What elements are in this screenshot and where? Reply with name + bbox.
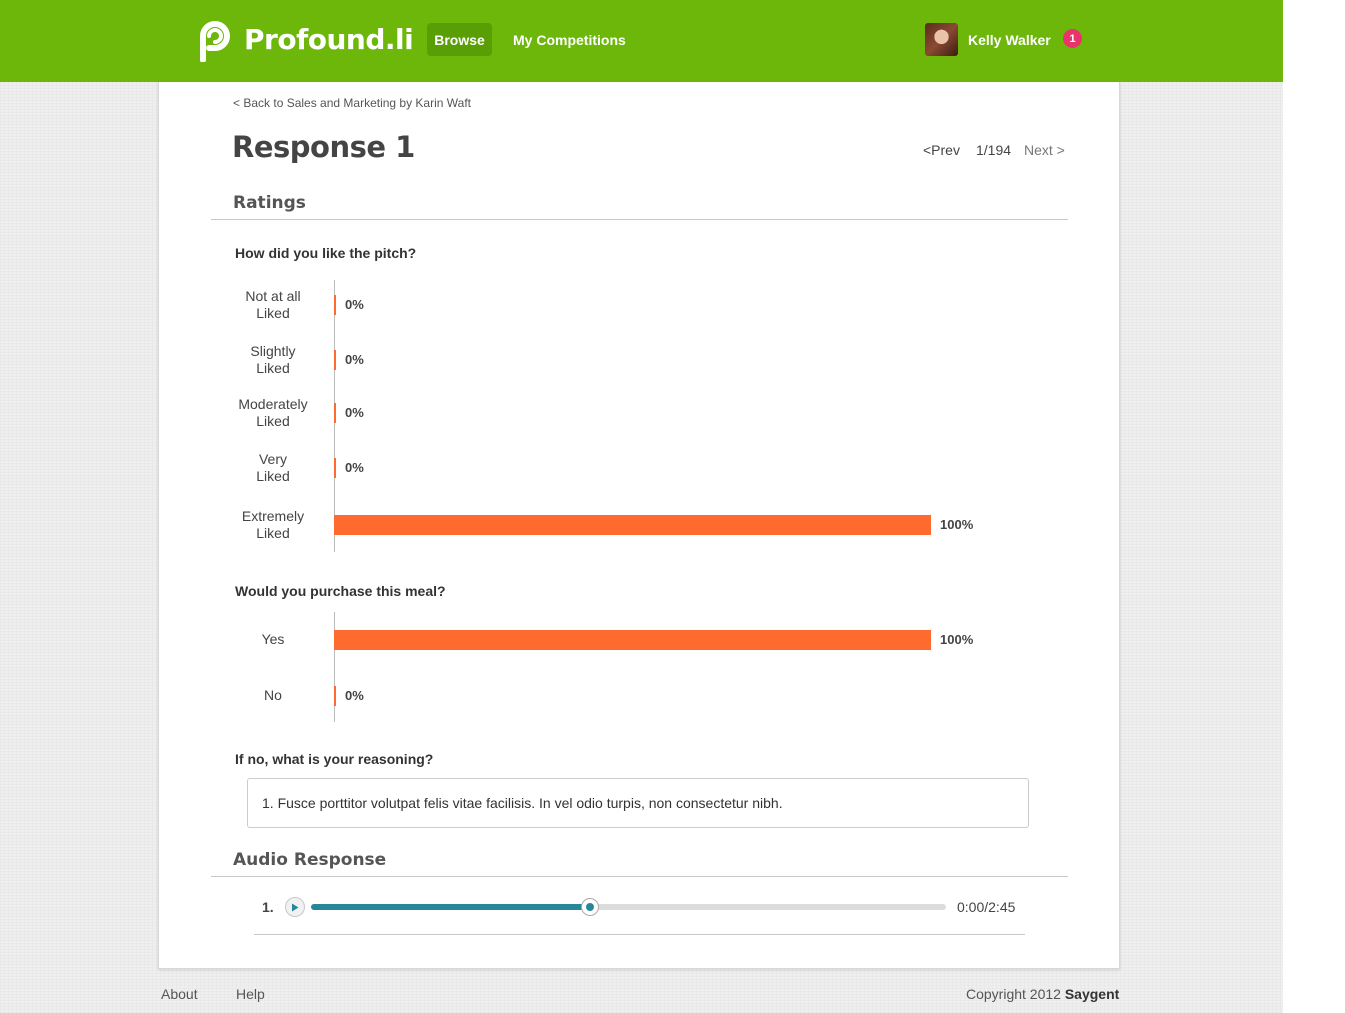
play-button[interactable] [285, 897, 305, 917]
user-name[interactable]: Kelly Walker [968, 23, 1051, 56]
pager-position: 1/194 [976, 142, 1012, 158]
footer-about-link[interactable]: About [161, 986, 198, 1002]
bar-label: Moderately Liked [228, 396, 318, 430]
profoundli-logo-icon [200, 21, 230, 62]
copyright-text: Copyright 2012 [966, 986, 1061, 1002]
audio-progress-slider[interactable] [311, 898, 946, 916]
avatar[interactable] [925, 23, 958, 56]
audio-time: 0:00/2:45 [957, 899, 1016, 915]
nav-my-competitions[interactable]: My Competitions [513, 23, 626, 56]
divider [211, 219, 1068, 220]
bar-label-line: Liked [256, 468, 290, 484]
reasoning-text: 1. Fusce porttitor volutpat felis vitae … [262, 795, 783, 811]
copyright: Copyright 2012 Saygent [966, 986, 1119, 1002]
bar-label: Extremely Liked [228, 508, 318, 542]
bar-label-line: No [264, 687, 282, 703]
audio-scrubber-handle[interactable] [581, 898, 599, 916]
next-link[interactable]: Next > [1024, 142, 1065, 158]
bar-label: No [228, 687, 318, 704]
divider [211, 876, 1068, 877]
divider [254, 934, 1025, 935]
bar-label-line: Yes [261, 631, 285, 647]
brand-logo[interactable]: Profound.li [192, 16, 414, 62]
question-purchase: Would you purchase this meal? [235, 583, 446, 599]
bar-label-line: Liked [256, 305, 290, 321]
audio-progress-fill [311, 904, 590, 910]
play-icon [292, 903, 299, 911]
bar-value-label: 100% [940, 517, 974, 532]
bar [334, 295, 336, 315]
question-reasoning: If no, what is your reasoning? [235, 751, 434, 767]
prev-link[interactable]: <Prev [923, 142, 960, 158]
brand-name: Profound.li [244, 22, 414, 56]
copyright-brand-link[interactable]: Saygent [1065, 986, 1119, 1002]
bar [334, 686, 336, 706]
bar-label-line: Very [258, 451, 287, 467]
bar-value-label: 0% [345, 405, 364, 420]
bar [334, 630, 931, 650]
ratings-heading: Ratings [233, 193, 306, 213]
scrubber-dot [586, 903, 594, 911]
bar-label: Not at all Liked [228, 288, 318, 322]
bar-label-line: Extremely [241, 508, 305, 524]
bar-label-line: Liked [256, 360, 290, 376]
bar-value-label: 0% [345, 688, 364, 703]
bar-label: Yes [228, 631, 318, 648]
bar-label-line: Not at all [245, 288, 301, 304]
bar-label-line: Moderately [238, 396, 308, 412]
bar-label-line: Liked [256, 413, 290, 429]
bar [334, 458, 336, 478]
reasoning-answer: 1. Fusce porttitor volutpat felis vitae … [247, 778, 1029, 828]
page-title: Response 1 [232, 130, 415, 164]
top-navbar: Profound.li Browse My Competitions Kelly… [0, 0, 1283, 82]
notification-badge[interactable]: 1 [1063, 29, 1082, 48]
bar [334, 350, 336, 370]
bar-value-label: 0% [345, 297, 364, 312]
question-pitch: How did you like the pitch? [235, 245, 417, 261]
bar-label-line: Liked [256, 525, 290, 541]
audio-heading: Audio Response [233, 850, 387, 870]
bar-value-label: 100% [940, 632, 974, 647]
bar [334, 403, 336, 423]
bar [334, 515, 931, 535]
audio-item-number: 1. [262, 899, 274, 915]
bar-label: Very Liked [228, 451, 318, 485]
bar-value-label: 0% [345, 460, 364, 475]
nav-browse[interactable]: Browse [427, 23, 492, 56]
footer-help-link[interactable]: Help [236, 986, 265, 1002]
bar-value-label: 0% [345, 352, 364, 367]
bar-label-line: Slightly [250, 343, 296, 359]
back-link[interactable]: < Back to Sales and Marketing by Karin W… [233, 96, 471, 110]
bar-label: Slightly Liked [228, 343, 318, 377]
